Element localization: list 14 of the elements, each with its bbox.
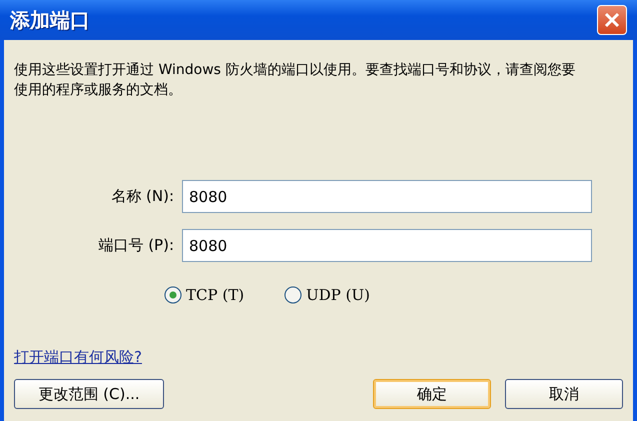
dialog-button[interactable]: 确定 [373,379,491,409]
risk-link[interactable]: 打开端口有何风险? [14,348,142,367]
dialog-button[interactable]: 取消 [505,379,623,409]
description-text: 使用这些设置打开通过 Windows 防火墙的端口以使用。要查找端口号和协议，请查阅您要使用的程序或服务的文档。 [14,61,576,100]
dialog-button[interactable]: 更改范围 (C)... [14,379,164,409]
input-field[interactable]: 8080 [182,180,592,213]
close-icon [604,12,620,28]
input-field[interactable]: 8080 [182,229,592,262]
field-label: 名称 (N): [110,187,174,206]
protocol-radio[interactable]: TCP (T) [164,286,244,304]
window-title: 添加端口 [10,6,90,34]
field-label: 端口号 (P): [97,236,174,255]
close-button[interactable] [597,5,627,35]
protocol-radio[interactable]: UDP (U) [284,286,370,304]
